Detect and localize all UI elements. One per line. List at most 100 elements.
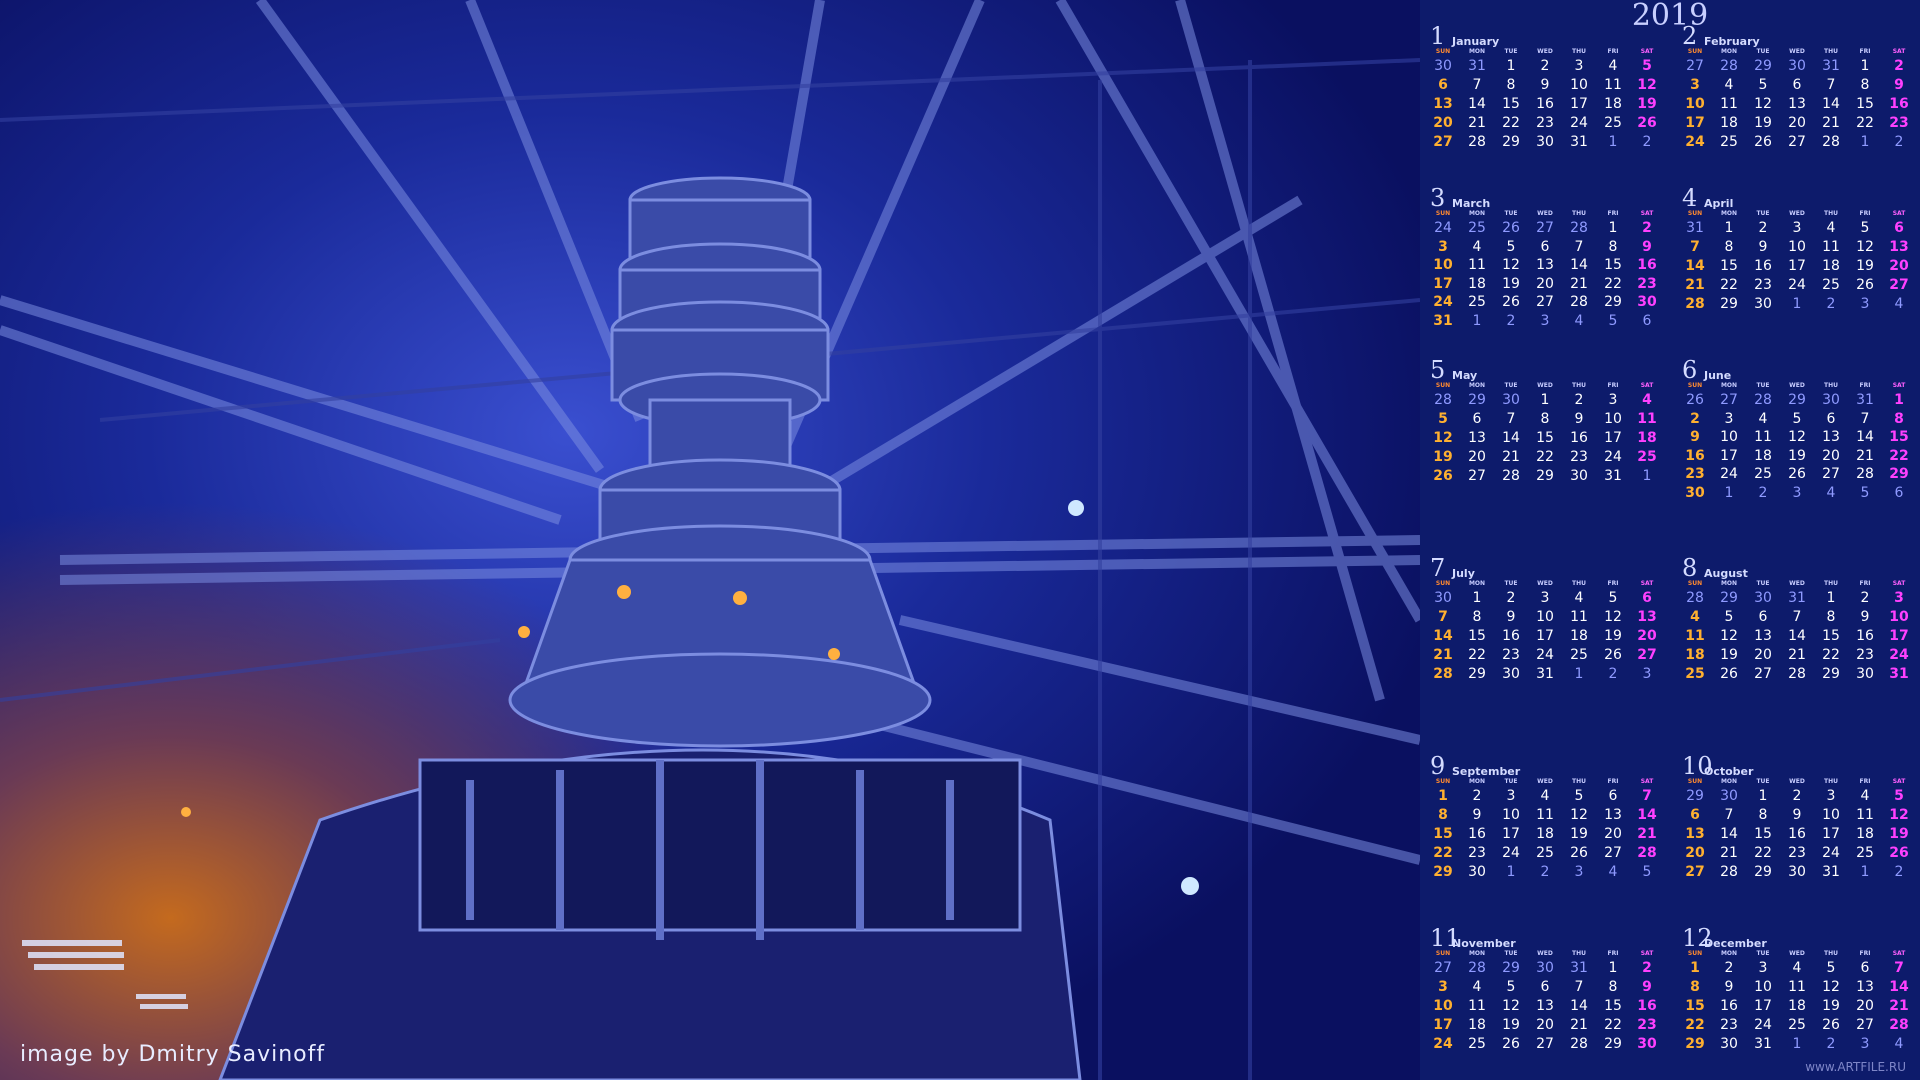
day-cell: 4 (1642, 392, 1652, 408)
week-row: 15 16 17 18 19 20 21 (1678, 998, 1916, 1017)
weekday-label: FRI (1607, 778, 1619, 785)
month-december: 12 December SUN MON TUE WED THU FRI SAT 1 2 3 4 5 6 7 8 9… (1678, 924, 1916, 1055)
day-cell: 25 (1536, 845, 1554, 861)
day-cell: 31 (1570, 134, 1588, 150)
day-cell: 11 (1570, 609, 1588, 625)
day-cell: 14 (1468, 96, 1486, 112)
month-name: December (1704, 937, 1767, 950)
day-cell: 12 (1502, 998, 1520, 1014)
day-cell: 29 (1502, 960, 1520, 976)
week-row: 24 25 26 27 28 29 30 (1426, 1036, 1664, 1055)
month-number: 8 (1682, 554, 1698, 582)
day-cell: 10 (1685, 96, 1705, 112)
background-artwork: image by Dmitry Savinoff (0, 0, 1420, 1080)
day-cell: 21 (1570, 1017, 1588, 1033)
month-header: 4 April (1678, 184, 1916, 212)
week-row: 20 21 22 23 24 25 26 (1678, 845, 1916, 864)
day-cell: 14 (1822, 96, 1840, 112)
day-cell: 9 (1894, 77, 1904, 93)
day-cell: 9 (1724, 979, 1734, 995)
day-cell: 1 (1860, 864, 1870, 880)
day-cell: 31 (1822, 864, 1840, 880)
day-cell: 29 (1468, 666, 1486, 682)
day-cell: 6 (1472, 411, 1482, 427)
day-cell: 11 (1720, 96, 1738, 112)
weekday-label: MON (1468, 778, 1486, 785)
day-cell: 2 (1724, 960, 1734, 976)
weekday-label: SAT (1640, 210, 1654, 217)
day-cell: 20 (1536, 1017, 1554, 1033)
weekday-label: WED (1789, 48, 1805, 55)
day-cell: 25 (1637, 449, 1657, 465)
month-april: 4 April SUN MON TUE WED THU FRI SAT 31 1 2 3 4 5 6 7 8 9 10… (1678, 184, 1916, 315)
day-cell: 13 (1637, 609, 1657, 625)
weekday-label: FRI (1859, 210, 1871, 217)
day-cell: 5 (1642, 864, 1652, 880)
month-header: 12 December (1678, 924, 1916, 952)
day-cell: 14 (1889, 979, 1909, 995)
day-cell: 26 (1822, 1017, 1840, 1033)
day-cell: 8 (1608, 238, 1618, 255)
day-cell: 19 (1433, 449, 1453, 465)
day-cell: 29 (1502, 134, 1520, 150)
day-cell: 10 (1433, 257, 1453, 273)
day-cell: 24 (1433, 1036, 1453, 1052)
month-name: June (1704, 369, 1732, 382)
month-name: January (1452, 35, 1500, 48)
day-cell: 5 (1438, 411, 1448, 427)
day-cell: 2 (1758, 220, 1768, 236)
day-cell: 4 (1540, 788, 1550, 804)
day-cell: 8 (1608, 979, 1618, 995)
day-cell: 20 (1856, 998, 1874, 1014)
day-cell: 3 (1826, 788, 1836, 804)
weekday-header: SUN MON TUE WED THU FRI SAT (1678, 210, 1916, 220)
day-cell: 26 (1570, 845, 1588, 861)
day-cell: 3 (1860, 296, 1870, 312)
weekday-label: SAT (1640, 950, 1654, 957)
day-cell: 23 (1754, 277, 1772, 293)
day-cell: 13 (1889, 239, 1909, 255)
day-cell: 12 (1889, 807, 1909, 823)
day-cell: 6 (1608, 788, 1618, 804)
day-cell: 27 (1468, 468, 1486, 484)
day-cell: 31 (1686, 220, 1704, 236)
month-march: 3 March SUN MON TUE WED THU FRI SAT 24 25 26 27 28 1 2 3… (1426, 184, 1664, 331)
day-cell: 17 (1889, 628, 1909, 644)
day-cell: 8 (1724, 239, 1734, 255)
weekday-label: SAT (1892, 210, 1906, 217)
day-cell: 23 (1889, 115, 1909, 131)
weekday-label: MON (1720, 950, 1738, 957)
day-cell: 30 (1502, 392, 1520, 408)
day-cell: 8 (1540, 411, 1550, 427)
day-cell: 14 (1788, 628, 1806, 644)
weekday-label: FRI (1859, 48, 1871, 55)
day-cell: 15 (1754, 826, 1772, 842)
day-cell: 26 (1637, 115, 1657, 131)
day-cell: 4 (1894, 296, 1904, 312)
week-row: 6 7 8 9 10 11 12 (1426, 77, 1664, 96)
month-number: 5 (1430, 356, 1446, 384)
month-number: 2 (1682, 22, 1698, 50)
day-cell: 28 (1433, 666, 1453, 682)
month-header: 3 March (1426, 184, 1664, 212)
day-cell: 31 (1536, 666, 1554, 682)
day-cell: 30 (1822, 392, 1840, 408)
day-cell: 7 (1894, 960, 1904, 976)
day-cell: 15 (1536, 430, 1554, 446)
day-cell: 4 (1792, 960, 1802, 976)
day-cell: 2 (1894, 134, 1904, 150)
day-cell: 27 (1433, 134, 1453, 150)
day-cell: 12 (1822, 979, 1840, 995)
day-cell: 6 (1642, 590, 1652, 606)
week-row: 24 25 26 27 28 1 2 (1678, 134, 1916, 153)
day-cell: 1 (1540, 392, 1550, 408)
day-cell: 15 (1502, 96, 1520, 112)
day-cell: 21 (1637, 826, 1657, 842)
week-row: 19 20 21 22 23 24 25 (1426, 449, 1664, 468)
weekday-label: WED (1789, 382, 1805, 389)
day-cell: 1 (1438, 788, 1448, 804)
week-row: 17 18 19 20 21 22 23 (1678, 115, 1916, 134)
day-cell: 2 (1574, 392, 1584, 408)
day-cell: 16 (1536, 96, 1554, 112)
watermark: www.ARTFILE.RU (1805, 1060, 1906, 1074)
